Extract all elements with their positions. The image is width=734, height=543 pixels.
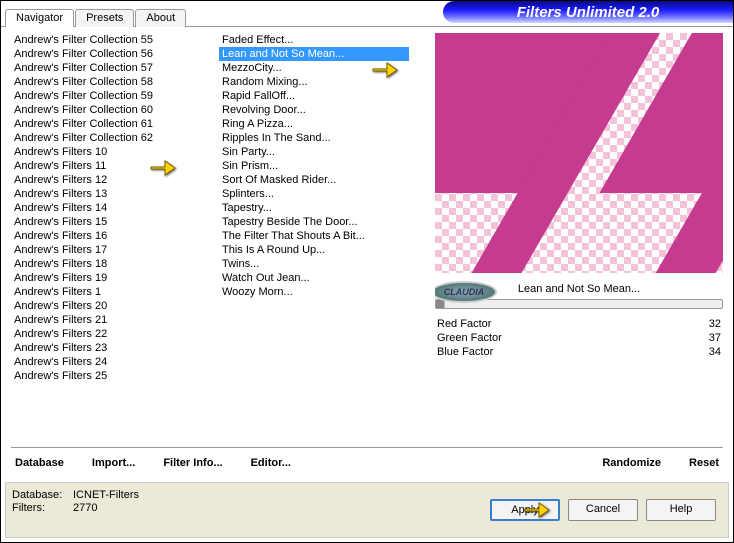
list-item[interactable]: Rapid FallOff...: [219, 89, 409, 103]
help-button[interactable]: Help: [646, 499, 716, 521]
footer-bar: Database: ICNET-Filters Filters: 2770 Ap…: [5, 482, 729, 538]
list-item[interactable]: Woozy Morn...: [219, 285, 409, 299]
list-item[interactable]: Andrew's Filters 20: [11, 299, 201, 313]
category-list[interactable]: Andrew's Filter Collection 55Andrew's Fi…: [11, 33, 201, 441]
param-name: Red Factor: [437, 318, 491, 330]
param-name: Blue Factor: [437, 346, 493, 358]
parameter-list: Red Factor 32 Green Factor 37 Blue Factor 34: [435, 317, 723, 359]
list-item[interactable]: Sin Prism...: [219, 159, 409, 173]
list-item[interactable]: Andrew's Filters 22: [11, 327, 201, 341]
list-item[interactable]: Tapestry...: [219, 201, 409, 215]
reset-link[interactable]: Reset: [685, 457, 723, 469]
list-item[interactable]: Lean and Not So Mean...: [219, 47, 409, 61]
list-item[interactable]: Andrew's Filters 19: [11, 271, 201, 285]
list-item[interactable]: Andrew's Filter Collection 57: [11, 61, 201, 75]
list-item[interactable]: Watch Out Jean...: [219, 271, 409, 285]
tab-navigator[interactable]: Navigator: [5, 9, 74, 27]
list-item[interactable]: Andrew's Filters 15: [11, 215, 201, 229]
filters-count-value: 2770: [73, 502, 139, 514]
list-item[interactable]: Sin Party...: [219, 145, 409, 159]
list-item[interactable]: Andrew's Filters 13: [11, 187, 201, 201]
param-value: 32: [709, 318, 721, 330]
parameter-row: Blue Factor 34: [435, 345, 723, 359]
cancel-button[interactable]: Cancel: [568, 499, 638, 521]
list-item[interactable]: The Filter That Shouts A Bit...: [219, 229, 409, 243]
tab-about[interactable]: About: [135, 9, 186, 27]
filters-count-label: Filters:: [12, 502, 67, 514]
preview-image: [435, 33, 723, 273]
list-item[interactable]: Twins...: [219, 257, 409, 271]
list-item[interactable]: Andrew's Filters 16: [11, 229, 201, 243]
list-item[interactable]: Andrew's Filters 25: [11, 369, 201, 383]
list-item[interactable]: Andrew's Filters 21: [11, 313, 201, 327]
apply-button[interactable]: Apply: [490, 499, 560, 521]
list-item[interactable]: Sort Of Masked Rider...: [219, 173, 409, 187]
list-item[interactable]: Andrew's Filter Collection 61: [11, 117, 201, 131]
list-item[interactable]: Andrew's Filters 12: [11, 173, 201, 187]
list-item[interactable]: Andrew's Filter Collection 59: [11, 89, 201, 103]
tab-presets[interactable]: Presets: [75, 9, 134, 27]
import-link[interactable]: Import...: [88, 457, 139, 469]
list-item[interactable]: Andrew's Filters 18: [11, 257, 201, 271]
param-value: 37: [709, 332, 721, 344]
list-item[interactable]: Ripples In The Sand...: [219, 131, 409, 145]
list-item[interactable]: Faded Effect...: [219, 33, 409, 47]
list-item[interactable]: Ring A Pizza...: [219, 117, 409, 131]
param-name: Green Factor: [437, 332, 502, 344]
list-item[interactable]: Andrew's Filters 24: [11, 355, 201, 369]
list-item[interactable]: Andrew's Filters 17: [11, 243, 201, 257]
db-label: Database:: [12, 489, 67, 501]
list-item[interactable]: Splinters...: [219, 187, 409, 201]
list-item[interactable]: Andrew's Filters 1: [11, 285, 201, 299]
database-link[interactable]: Database: [11, 457, 68, 469]
editor-link[interactable]: Editor...: [247, 457, 295, 469]
parameter-row: Green Factor 37: [435, 331, 723, 345]
list-item[interactable]: Andrew's Filters 10: [11, 145, 201, 159]
list-item[interactable]: Tapestry Beside The Door...: [219, 215, 409, 229]
list-item[interactable]: Andrew's Filters 11: [11, 159, 201, 173]
filter-info-link[interactable]: Filter Info...: [159, 457, 226, 469]
list-item[interactable]: Andrew's Filter Collection 60: [11, 103, 201, 117]
link-row: Database Import... Filter Info... Editor…: [11, 447, 723, 473]
filter-list[interactable]: Faded Effect...Lean and Not So Mean...Me…: [219, 33, 409, 441]
list-item[interactable]: Random Mixing...: [219, 75, 409, 89]
list-item[interactable]: Revolving Door...: [219, 103, 409, 117]
list-item[interactable]: Andrew's Filters 14: [11, 201, 201, 215]
list-item[interactable]: Andrew's Filter Collection 58: [11, 75, 201, 89]
list-item[interactable]: Andrew's Filter Collection 62: [11, 131, 201, 145]
param-value: 34: [709, 346, 721, 358]
list-item[interactable]: This Is A Round Up...: [219, 243, 409, 257]
list-item[interactable]: Andrew's Filter Collection 56: [11, 47, 201, 61]
randomize-link[interactable]: Randomize: [598, 457, 665, 469]
list-item[interactable]: Andrew's Filter Collection 55: [11, 33, 201, 47]
list-item[interactable]: MezzoCity...: [219, 61, 409, 75]
tab-bar: Navigator Presets About: [5, 9, 187, 27]
db-value: ICNET-Filters: [73, 489, 139, 501]
app-title: Filters Unlimited 2.0: [443, 1, 733, 23]
main-panel: Andrew's Filter Collection 55Andrew's Fi…: [5, 27, 729, 477]
list-item[interactable]: Andrew's Filters 23: [11, 341, 201, 355]
parameter-row: Red Factor 32: [435, 317, 723, 331]
